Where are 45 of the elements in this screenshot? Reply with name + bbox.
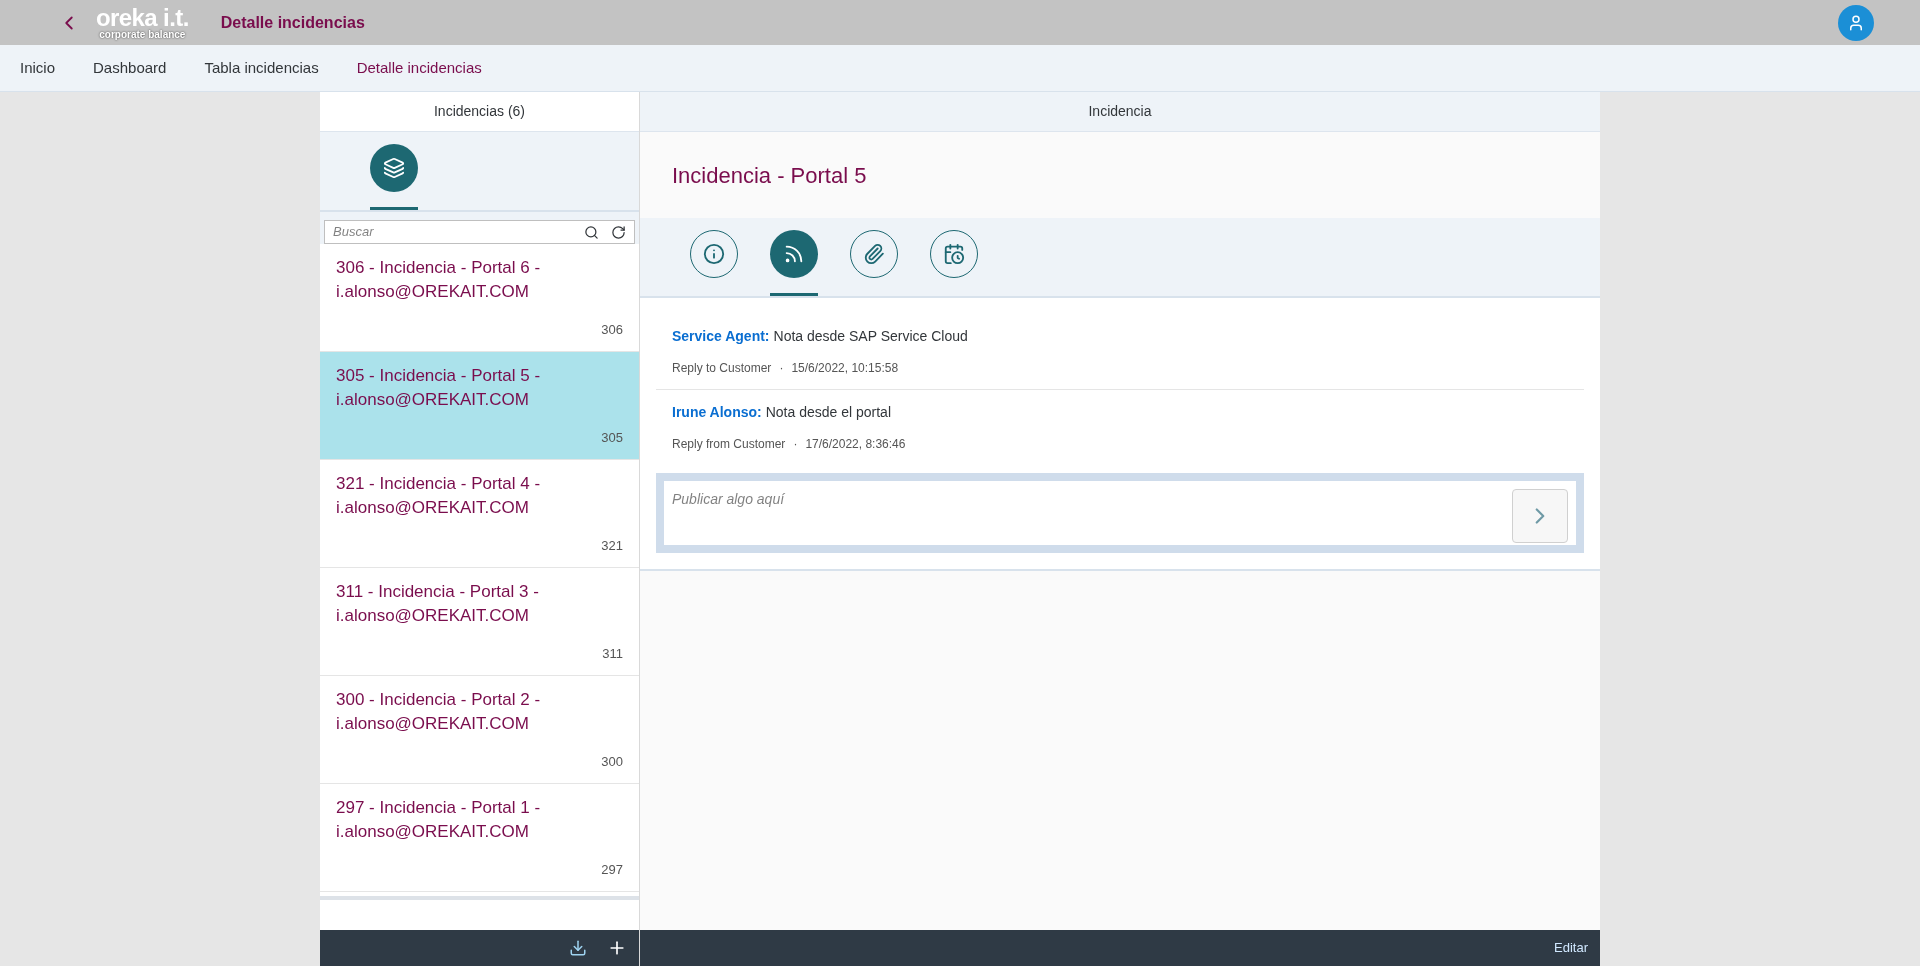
feed-type: Reply to Customer [672,360,772,377]
item-title: 311 - Incidencia - Portal 3 - i.alonso@OREKAIT.COM [336,581,540,627]
feed-timestamp: 17/6/2022, 8:36:46 [805,436,906,453]
separator-dot: · [793,436,798,453]
logo-tagline: corporate balance [99,29,186,40]
item-title: 305 - Incidencia - Portal 5 - i.alonso@OREKAIT.COM [336,365,542,411]
feed-author[interactable]: Irune Alonso: [672,402,762,423]
item-title: 297 - Incidencia - Portal 1 - i.alonso@OREKAIT.COM [336,797,542,843]
info-icon [703,243,725,265]
item-number: 305 [601,428,623,447]
paperclip-icon [863,243,885,265]
item-number: 321 [601,536,623,555]
layers-icon [383,157,405,179]
detail-header: Incidencia [640,92,1600,132]
item-title: 321 - Incidencia - Portal 4 - i.alonso@OREKAIT.COM [336,473,542,519]
item-title: 306 - Incidencia - Portal 6 - i.alonso@OREKAIT.COM [336,257,542,303]
item-number: 297 [601,860,623,879]
edit-button[interactable]: Editar [1554,938,1588,958]
page-title: Detalle incidencias [220,12,365,33]
calendar-clock-icon [943,243,965,265]
search-field[interactable]: Buscar [324,220,635,244]
feed-text: Nota desde SAP Service Cloud [773,327,968,346]
user-avatar[interactable] [1838,4,1874,41]
item-number: 311 [602,644,623,663]
feed-text: Nota desde el portal [765,403,891,422]
separator-dot: · [779,360,784,377]
download-icon[interactable] [569,939,587,957]
breadcrumb-link[interactable]: Dashboard [93,56,167,80]
object-title: Incidencia - Portal 5 [671,161,868,190]
refresh-icon[interactable] [611,224,626,240]
feed-type: Reply from Customer [672,436,786,453]
feed-icon [783,243,805,265]
feed-timestamp: 15/6/2022, 10:15:58 [791,360,899,377]
logo: oreka i.t. [96,5,189,30]
item-title: 300 - Incidencia - Portal 2 - i.alonso@OREKAIT.COM [336,689,542,735]
breadcrumb-link[interactable]: Tabla incidencias [204,56,319,80]
search-icon[interactable] [584,224,599,240]
breadcrumb-link[interactable]: Detalle incidencias [356,56,482,80]
list-item[interactable]: 305 - Incidencia - Portal 5 - i.alonso@OREKAIT.COM 305 [320,352,639,460]
breadcrumb-link[interactable]: Inicio [20,56,56,80]
item-number: 300 [601,752,623,771]
feed-author[interactable]: Service Agent: [672,326,770,347]
post-field[interactable]: Publicar algo aquí [664,481,1576,545]
post-input[interactable]: Publicar algo aquí [672,489,1512,537]
item-number: 306 [601,320,623,339]
